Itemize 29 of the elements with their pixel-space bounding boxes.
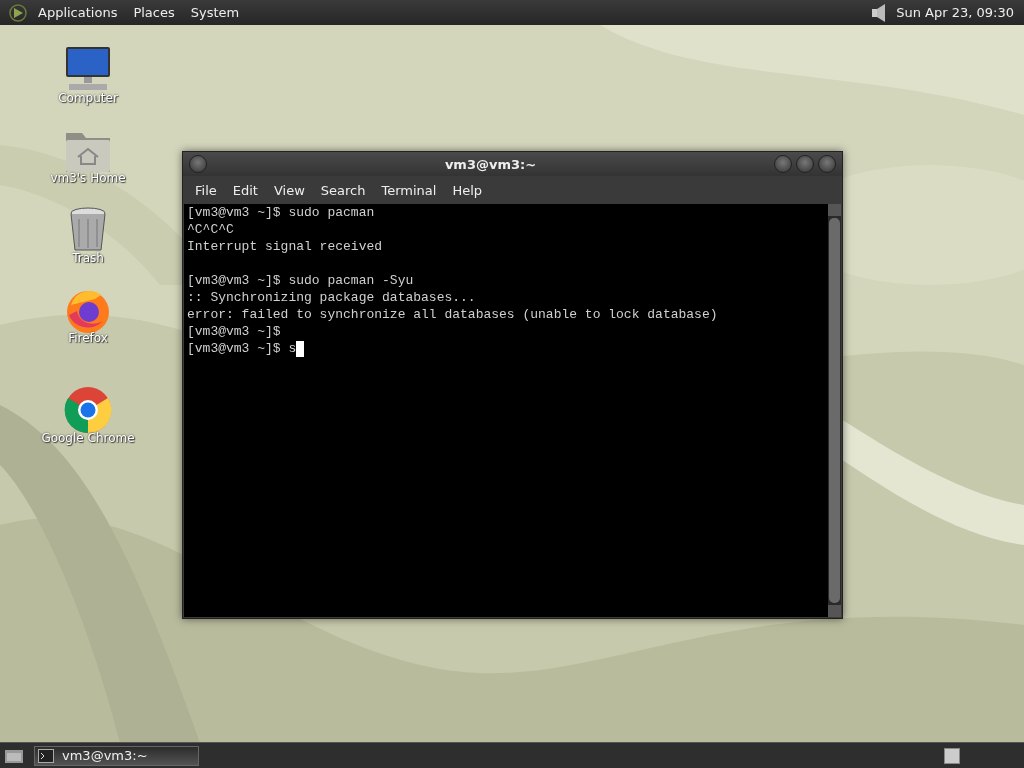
- close-button[interactable]: [818, 155, 836, 173]
- panel-menu[interactable]: Applications: [32, 3, 124, 22]
- terminal-icon: [38, 748, 54, 763]
- menu-item[interactable]: View: [265, 180, 313, 200]
- terminal-line: error: failed to synchronize all databases (unable to lock database): [187, 306, 718, 323]
- clock[interactable]: Sun Apr 23, 09:30: [892, 5, 1018, 20]
- menu-item[interactable]: Edit: [224, 180, 266, 200]
- text-cursor: [296, 341, 305, 357]
- scrollbar[interactable]: [828, 204, 841, 617]
- menu-item[interactable]: File: [187, 180, 225, 200]
- menu-item[interactable]: Terminal: [373, 180, 445, 200]
- panel-menu[interactable]: Places: [127, 3, 181, 22]
- panel-menu[interactable]: System: [184, 3, 246, 22]
- maximize-button[interactable]: [796, 155, 814, 173]
- terminal-line: :: Synchronizing package databases...: [187, 289, 476, 306]
- workspace-switcher[interactable]: [944, 747, 960, 764]
- terminal-line: [vm3@vm3 ~]$ sudo pacman: [187, 204, 375, 221]
- logo-icon[interactable]: [8, 2, 28, 23]
- terminal-line: Interrupt signal received: [187, 238, 383, 255]
- terminal-line: [vm3@vm3 ~]$: [187, 323, 281, 340]
- menu-item[interactable]: Help: [444, 180, 491, 200]
- terminal-line: [vm3@vm3 ~]$ s: [187, 340, 297, 357]
- minimize-button[interactable]: [774, 155, 792, 173]
- window-title: vm3@vm3:~: [443, 156, 538, 172]
- taskbar-button[interactable]: vm3@vm3:~: [34, 745, 199, 766]
- window-menu-button[interactable]: [189, 155, 207, 173]
- terminal-line: ^C^C^C: [187, 221, 234, 238]
- menu-item[interactable]: Search: [312, 180, 374, 200]
- terminal-line: [vm3@vm3 ~]$ sudo pacman -Syu: [187, 272, 414, 289]
